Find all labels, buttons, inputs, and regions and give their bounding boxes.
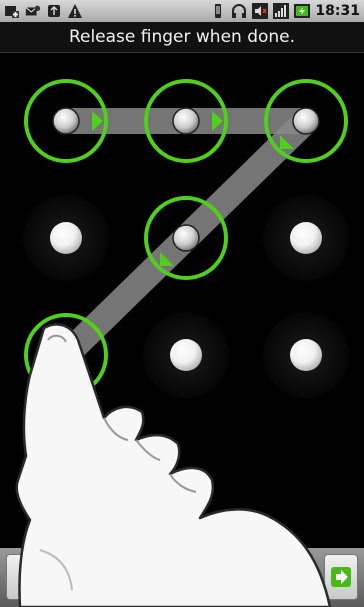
- headset-icon: [231, 3, 247, 19]
- pattern-dot-1[interactable]: [24, 79, 108, 163]
- pattern-dot-6[interactable]: [263, 195, 349, 281]
- pattern-dot-4[interactable]: [23, 195, 109, 281]
- vibrate-icon: [210, 3, 226, 19]
- status-time: 18:31: [315, 3, 360, 19]
- pattern-dot-5[interactable]: [144, 196, 228, 280]
- signal-icon: [273, 3, 290, 19]
- battery-icon: [294, 3, 311, 19]
- mute-icon: [252, 3, 269, 19]
- status-bar-left-icons: [4, 3, 83, 19]
- pattern-instruction: Release finger when done.: [0, 22, 364, 53]
- finger-hand-illustration: [15, 323, 332, 607]
- status-bar: 18:31: [0, 0, 364, 22]
- warning-icon: [67, 3, 83, 19]
- missed-call-icon: [25, 3, 41, 19]
- usb-debug-icon: [46, 3, 62, 19]
- add-notification-icon: [4, 3, 20, 19]
- status-bar-right-icons: 18:31: [210, 3, 360, 19]
